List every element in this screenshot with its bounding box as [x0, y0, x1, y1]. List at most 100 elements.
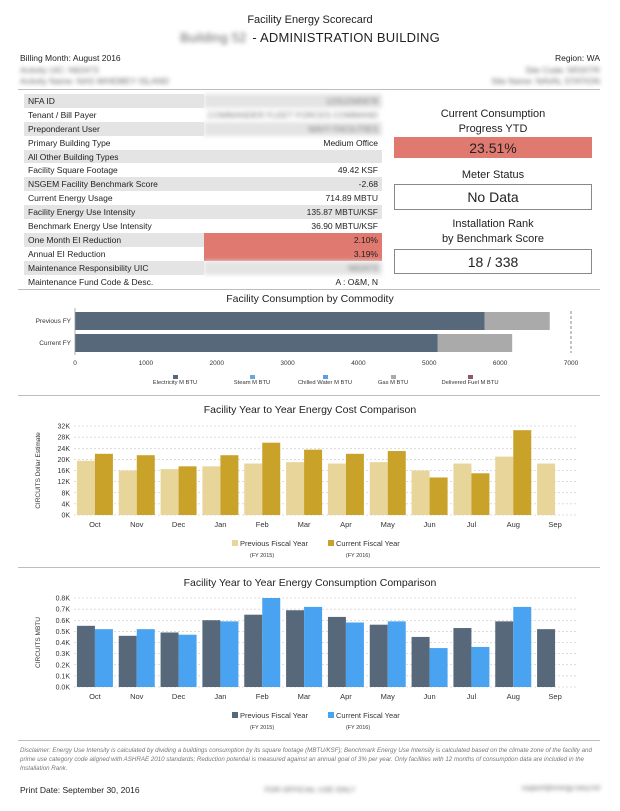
consumption-legend-curr-sub: (FY 2016) — [346, 725, 371, 731]
consumption-ylabel: CIRCUITS MBTU — [35, 617, 42, 668]
consumption-bar-curr — [220, 621, 239, 687]
info-label: Preponderant User — [24, 121, 204, 136]
consumption-bar-prev — [286, 610, 305, 687]
info-value: Medium Office — [323, 137, 378, 148]
cost-chart-title: Facility Year to Year Energy Cost Compar… — [203, 404, 417, 416]
info-label: NSGEM Facility Benchmark Score — [24, 177, 204, 192]
cost-bar-prev — [202, 466, 221, 515]
activity-name: Activity Name: NAS WHIDBEY ISLAND — [20, 76, 170, 86]
cost-bar-curr — [178, 466, 197, 515]
info-row: NSGEM Facility Benchmark Score -2.68 — [24, 177, 382, 192]
title-separator: - — [252, 30, 257, 45]
commodity-tick-label: 4000 — [351, 360, 366, 367]
consumption-month-label: Jan — [214, 692, 226, 701]
consumption-tick-label: 0.5K — [56, 629, 71, 636]
info-label: Primary Building Type — [28, 137, 111, 148]
consumption-month-label: Sep — [548, 692, 561, 701]
commodity-tick-label: 7000 — [564, 360, 579, 367]
consumption-bar-curr — [429, 648, 448, 687]
commodity-tick-label: 3000 — [280, 360, 295, 367]
consumption-bar-curr — [513, 606, 532, 687]
facility-info-table: NFA ID 12312345678 Tenant / Bill Payer COMM… — [24, 94, 382, 288]
cost-month-label: Jun — [424, 520, 436, 529]
disclaimer: Disclaimer: Energy Use Intensity is calc… — [20, 747, 592, 772]
consumption-tick-label: 0.6K — [56, 618, 71, 625]
info-row: Annual EI Reduction 3.19% — [24, 246, 382, 261]
consumption-month-label: Nov — [130, 692, 144, 701]
consumption-tick-label: 0.1K — [56, 673, 71, 680]
info-label: Current Energy Usage — [28, 193, 113, 204]
cost-legend-curr-sub: (FY 2016) — [346, 553, 371, 559]
cost-bar-curr — [136, 455, 155, 515]
cost-tick-label: 0K — [61, 513, 70, 520]
commodity-legend-swatch — [391, 375, 396, 379]
commodity-category-label: Current FY — [39, 340, 71, 347]
cost-bar-curr — [513, 430, 532, 515]
cost-legend-swatch-prev — [232, 540, 238, 546]
consumption-legend-curr: Current Fiscal Year — [336, 711, 400, 720]
info-value: 49.42 KSF — [337, 165, 378, 176]
commodity-legend-swatch — [323, 375, 328, 379]
meter-status-label: Meter Status — [461, 169, 525, 181]
contact-email: support@energy.navy.mil — [521, 785, 600, 792]
commodity-tick-label: 1000 — [139, 360, 154, 367]
cost-month-label: Nov — [130, 520, 144, 529]
info-value: 135.87 MBTU/KSF — [203, 205, 382, 220]
consumption-tick-label: 0.3K — [56, 651, 71, 658]
rank-value: 18 / 338 — [394, 249, 592, 274]
info-label: Maintenance Fund Code & Desc. — [28, 276, 154, 287]
info-value: 714.89 MBTU — [325, 193, 378, 204]
consumption-bar-curr — [94, 629, 113, 687]
building-number: Building 52 — [180, 30, 247, 45]
consumption-bar-prev — [118, 635, 137, 687]
cost-legend-prev-sub: (FY 2015) — [250, 553, 275, 559]
consumption-bar-prev — [411, 636, 430, 687]
cost-bar-prev — [453, 463, 472, 515]
consumption-bar-curr — [304, 606, 323, 687]
info-label: All Other Building Types — [24, 149, 204, 164]
commodity-tick-label: 6000 — [493, 360, 508, 367]
info-label: Benchmark Energy Use Intensity — [28, 220, 152, 231]
consumption-bar-curr — [387, 621, 406, 687]
info-row: NFA ID 12312345678 — [24, 94, 382, 108]
cost-tick-label: 16K — [58, 468, 71, 475]
consumption-legend-prev-sub: (FY 2015) — [250, 725, 275, 731]
cost-bar-curr — [220, 455, 239, 515]
cost-bar-prev — [411, 470, 430, 515]
building-title: Building 52 - ADMINISTRATION BUILDING — [0, 30, 620, 45]
info-value: 2.10% — [203, 232, 382, 247]
consumption-bar-curr — [136, 629, 155, 687]
cost-month-label: Oct — [89, 520, 102, 529]
commodity-legend-swatch — [173, 375, 178, 379]
info-row: Maintenance Fund Code & Desc. A : O&M, N — [24, 275, 382, 289]
consumption-chart: 0.0K 0.1K 0.2K 0.3K 0.4K 0.5K 0.6K 0.7K 0.8K CIRC… — [35, 596, 576, 731]
info-row: Benchmark Energy Use Intensity 36.90 MBTU… — [24, 219, 382, 233]
cost-bar-prev — [118, 470, 137, 515]
consumption-month-label: Dec — [172, 692, 186, 701]
commodity-tick-label: 2000 — [209, 360, 224, 367]
cost-month-label: Sep — [548, 520, 561, 529]
cost-bar-curr — [387, 451, 406, 515]
commodity-legend-swatch — [468, 375, 473, 379]
cost-tick-label: 28K — [58, 435, 71, 442]
info-label: Facility Square Footage — [28, 165, 118, 176]
consumption-tick-label: 0.4K — [56, 640, 71, 647]
cost-bar-prev — [327, 463, 346, 515]
consumption-bar-prev — [160, 632, 179, 687]
divider — [18, 89, 600, 90]
cost-bar-prev — [537, 463, 556, 515]
site-name: Site Name: NAVAL STATION — [491, 76, 600, 86]
consumption-chart-title: Facility Year to Year Energy Consumption… — [183, 577, 437, 589]
billing-month: Billing Month: August 2016 — [20, 53, 121, 63]
consumption-month-label: Jul — [467, 692, 477, 701]
consumption-legend-swatch-curr — [328, 712, 334, 718]
cost-legend-swatch-curr — [328, 540, 334, 546]
info-value: A : O&M, N — [335, 276, 378, 287]
rank-label-2: by Benchmark Score — [441, 233, 545, 245]
cost-month-label: Apr — [340, 520, 352, 529]
report-title: Facility Energy Scorecard — [247, 14, 373, 26]
consumption-month-label: Oct — [89, 692, 102, 701]
info-label: Tenant / Bill Payer — [28, 109, 97, 120]
cost-month-label: Aug — [507, 520, 520, 529]
commodity-bar-segment — [484, 312, 550, 330]
